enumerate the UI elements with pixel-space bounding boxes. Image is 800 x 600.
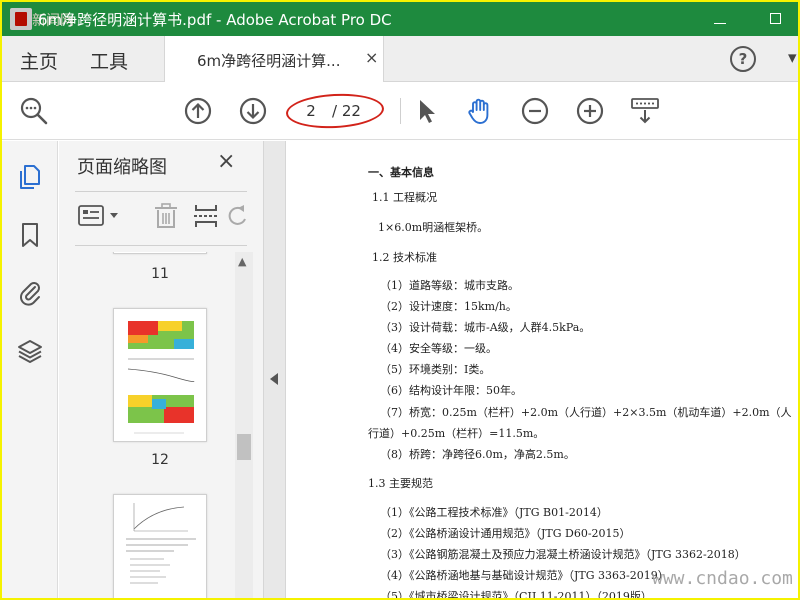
home-tab[interactable]: 主页 (20, 47, 58, 74)
document-text-line: 1.1 工程概况 (372, 191, 437, 204)
menu-tab-bar: 主页 工具 6m净跨径明涵计算... × ? ▾ (2, 36, 798, 82)
zoom-in-icon[interactable] (574, 95, 606, 127)
panel-collapse-handle[interactable] (264, 141, 286, 598)
document-tab[interactable]: 6m净跨径明涵计算... × (164, 36, 384, 82)
account-menu-icon[interactable]: ▾ (788, 48, 797, 68)
thumbnail-label-11: 11 (151, 266, 169, 282)
zoom-out-icon[interactable] (519, 95, 551, 127)
document-text-line: （3）设计荷载：城市-A级，人群4.5kPa。 (380, 321, 591, 334)
scrollbar-thumb[interactable] (237, 434, 251, 460)
previous-page-icon[interactable] (182, 95, 214, 127)
document-text-line: （3）《公路钢筋混凝土及预应力混凝土桥涵设计规范》（JTG 3362-2018） (380, 548, 746, 561)
rotate-page-icon[interactable] (227, 201, 249, 231)
document-text-line: （4）《公路桥涵地基与基础设计规范》（JTG 3363-2019） (380, 569, 669, 582)
thumbnail-13-content (126, 503, 196, 584)
bookmark-icon[interactable] (16, 221, 44, 249)
document-text-line: （1）道路等级：城市支路。 (380, 279, 519, 292)
close-tab-icon[interactable]: × (365, 48, 378, 67)
thumbnail-page-12[interactable] (113, 308, 207, 442)
thumbnail-page-11[interactable] (113, 252, 207, 254)
panel-divider-bottom (75, 245, 247, 246)
document-text-line: （5）环境类别：Ⅰ类。 (380, 363, 491, 376)
page-thumbnails-panel: 页面缩略图 × 11 12 ▲ (59, 141, 264, 598)
document-text-line: （1）《公路工程技术标准》（JTG B01-2014） (380, 506, 608, 519)
thumbnail-label-12: 12 (151, 452, 169, 468)
document-text-line: （5）《城市桥梁设计规范》（CJJ 11-2011）（2019版） (380, 590, 652, 598)
document-text-line: （7）桥宽：0.25m（栏杆）+2.0m（人行道）+2×3.5m（机动车道）+2… (380, 406, 792, 419)
document-text-line: 1×6.0m明涵框架桥。 (378, 221, 489, 234)
title-bar: 新闻网 6m净跨径明涵计算书.pdf - Adobe Acrobat Pro D… (2, 2, 798, 36)
attachment-icon[interactable] (16, 278, 44, 306)
maximize-button[interactable] (761, 7, 789, 31)
document-view[interactable]: 一、基本信息 1.1 工程概况 1×6.0m明涵框架桥。 1.2 技术标准 （1）道路等… (286, 141, 798, 598)
search-zoom-icon[interactable] (18, 95, 50, 127)
thumbnail-scrollbar[interactable]: ▲ (235, 252, 253, 598)
thumbnail-page-13[interactable] (113, 494, 207, 598)
document-text-line: （2）《公路桥涵设计通用规范》（JTG D60-2015） (380, 527, 631, 540)
pdf-app-icon (10, 8, 32, 30)
scroll-up-icon[interactable]: ▲ (238, 255, 246, 268)
next-page-icon[interactable] (237, 95, 269, 127)
panel-title: 页面缩略图 (77, 157, 167, 178)
document-text-line: （4）安全等级：一级。 (380, 342, 497, 355)
window-title: 6m净跨径明涵计算书.pdf - Adobe Acrobat Pro DC (38, 11, 392, 29)
thumbnail-options-icon[interactable] (77, 201, 121, 231)
document-text-line: （2）设计速度：15km/h。 (380, 300, 517, 313)
main-toolbar: 2 / 22 (2, 82, 798, 140)
document-text-line: 行道）+0.25m（栏杆）=11.5m。 (368, 427, 545, 440)
select-pointer-icon[interactable] (410, 95, 442, 127)
keyboard-scroll-icon[interactable] (629, 95, 661, 127)
hand-tool-icon[interactable] (464, 95, 496, 127)
minimize-button[interactable] (706, 7, 734, 31)
thumbnail-list[interactable]: 11 12 ▲ (59, 252, 264, 598)
document-text-line: （8）桥跨：净跨径6.0m，净高2.5m。 (380, 448, 575, 461)
extract-pages-icon[interactable] (191, 201, 221, 231)
layers-icon[interactable] (16, 337, 44, 365)
thumbnail-12-contours (127, 321, 195, 434)
minimize-icon (714, 22, 726, 24)
navigation-rail (2, 141, 58, 598)
toolbar-divider (400, 98, 401, 124)
help-icon[interactable]: ? (730, 46, 756, 72)
panel-divider-top (75, 191, 247, 192)
maximize-icon (769, 13, 781, 24)
document-text-line: 一、基本信息 (368, 166, 434, 179)
document-text-line: （6）结构设计年限：50年。 (380, 384, 522, 397)
document-tab-label: 6m净跨径明涵计算... (197, 52, 341, 70)
close-panel-icon[interactable]: × (217, 149, 235, 174)
site-watermark: www.cndao.com (652, 568, 793, 589)
tools-tab[interactable]: 工具 (90, 47, 128, 74)
delete-page-icon[interactable] (151, 201, 181, 231)
collapse-left-icon (270, 373, 278, 385)
page-thumbnails-icon[interactable] (16, 163, 44, 191)
acrobat-window: 新闻网 6m净跨径明涵计算书.pdf - Adobe Acrobat Pro D… (2, 2, 798, 598)
document-text-line: 1.3 主要规范 (368, 477, 433, 490)
document-text-line: 1.2 技术标准 (372, 251, 437, 264)
